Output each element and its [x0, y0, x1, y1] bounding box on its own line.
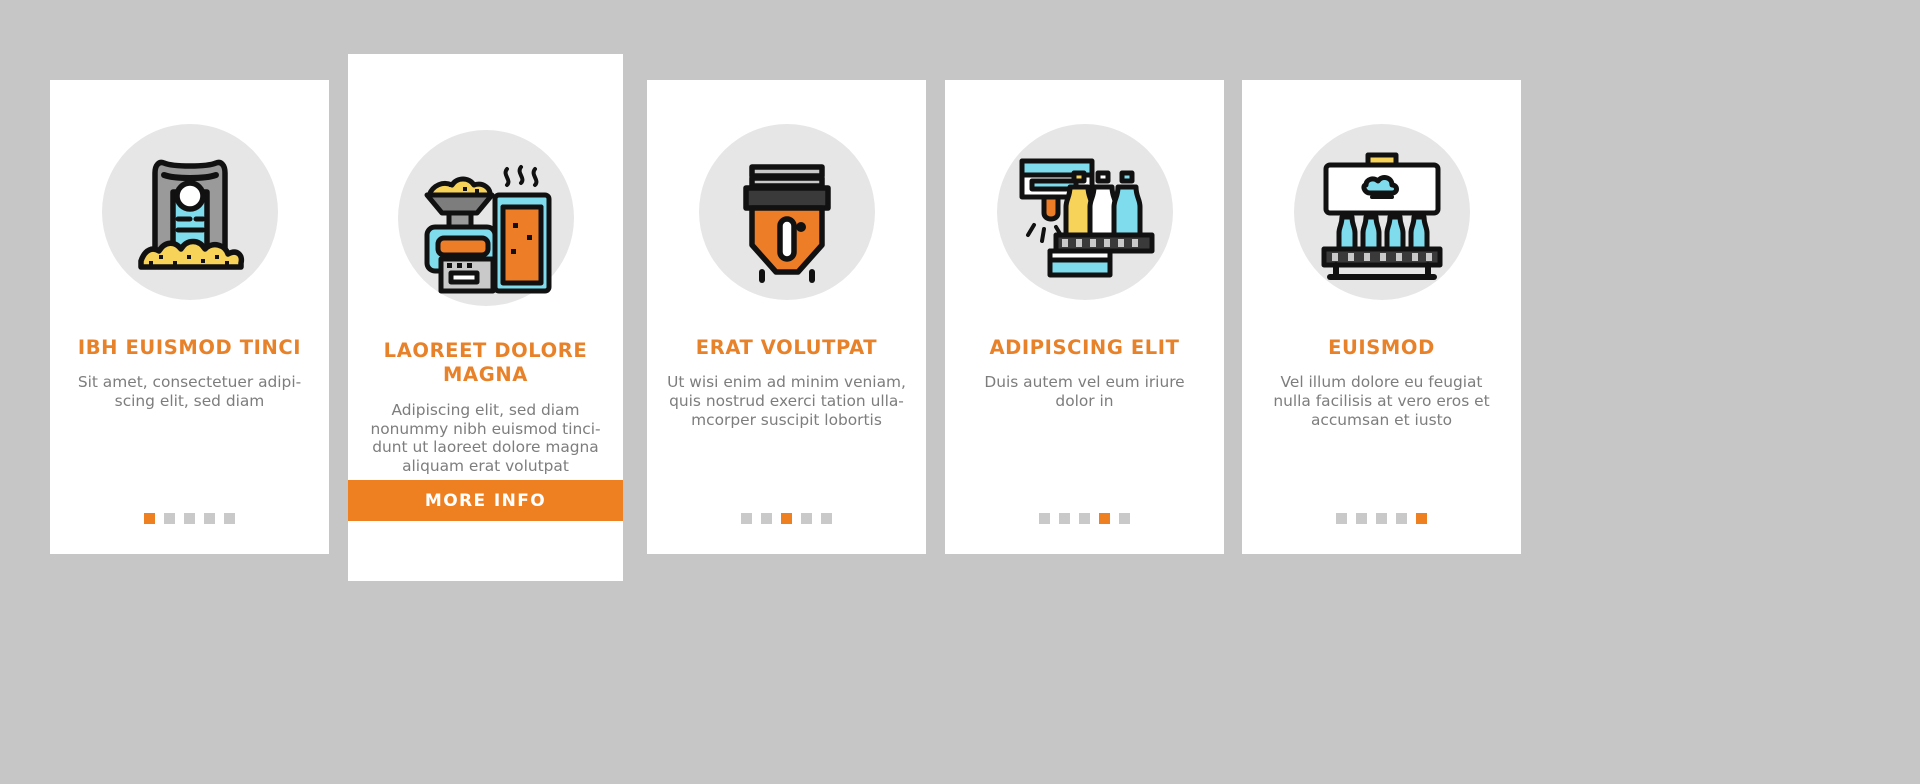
pagination-dot-1[interactable] — [144, 513, 155, 524]
grain-sack-icon — [101, 124, 278, 300]
pagination-dot-2[interactable] — [1059, 513, 1070, 524]
pagination-dots[interactable] — [50, 513, 329, 524]
pagination-dot-3[interactable] — [781, 513, 792, 524]
pagination-dot-3[interactable] — [184, 513, 195, 524]
pagination-dot-5[interactable] — [1416, 513, 1427, 524]
card-body: Ut wisi enim ad minim veniam, quis nostr… — [667, 373, 906, 429]
pagination-dot-1[interactable] — [741, 513, 752, 524]
card-body: Duis autem vel eum iriure dolor in — [984, 373, 1185, 411]
pagination-dot-2[interactable] — [1356, 513, 1367, 524]
onboarding-card-2-featured[interactable]: LAOREET DOLORE MAGNA Adipiscing elit, se… — [348, 54, 623, 581]
card-title: ERAT VOLUTPAT — [695, 336, 878, 359]
onboarding-card-5[interactable]: EUISMOD Vel illum dolore eu feugiat null… — [1242, 80, 1521, 554]
pagination-dot-1[interactable] — [1039, 513, 1050, 524]
pagination-dot-3[interactable] — [1376, 513, 1387, 524]
onboarding-screens-stage: IBH EUISMOD TINCI Sit amet, consectetuer… — [0, 0, 1920, 784]
pagination-dot-5[interactable] — [821, 513, 832, 524]
pagination-dot-4[interactable] — [204, 513, 215, 524]
card-body: Adipiscing elit, sed diam nonummy nibh e… — [370, 400, 601, 476]
pagination-dot-5[interactable] — [224, 513, 235, 524]
pagination-dot-4[interactable] — [1396, 513, 1407, 524]
card-body: Vel illum dolore eu feugiat nulla facili… — [1273, 373, 1490, 429]
pagination-dot-5[interactable] — [1119, 513, 1130, 524]
pagination-dots[interactable] — [1242, 513, 1521, 524]
card-title: IBH EUISMOD TINCI — [77, 336, 302, 359]
mash-tun-brewing-icon — [397, 130, 574, 306]
pagination-dot-2[interactable] — [164, 513, 175, 524]
pagination-dot-2[interactable] — [761, 513, 772, 524]
pagination-dot-4[interactable] — [1099, 513, 1110, 524]
bottle-conveyor-icon — [1293, 124, 1470, 300]
onboarding-card-4[interactable]: ADIPISCING ELIT Duis autem vel eum iriur… — [945, 80, 1224, 554]
pagination-dot-3[interactable] — [1079, 513, 1090, 524]
bottle-filling-icon — [996, 124, 1173, 300]
pagination-dot-4[interactable] — [801, 513, 812, 524]
card-title: ADIPISCING ELIT — [989, 336, 1180, 359]
card-title: LAOREET DOLORE MAGNA — [383, 339, 588, 387]
onboarding-card-1[interactable]: IBH EUISMOD TINCI Sit amet, consectetuer… — [50, 80, 329, 554]
pagination-dot-1[interactable] — [1336, 513, 1347, 524]
onboarding-card-3[interactable]: ERAT VOLUTPAT Ut wisi enim ad minim veni… — [647, 80, 926, 554]
fermentation-tank-icon — [698, 124, 875, 300]
pagination-dots[interactable] — [647, 513, 926, 524]
card-title: EUISMOD — [1328, 336, 1435, 359]
more-info-button[interactable]: MORE INFO — [348, 480, 623, 521]
card-body: Sit amet, consectetuer adipi-scing elit,… — [77, 373, 302, 411]
pagination-dots[interactable] — [945, 513, 1224, 524]
